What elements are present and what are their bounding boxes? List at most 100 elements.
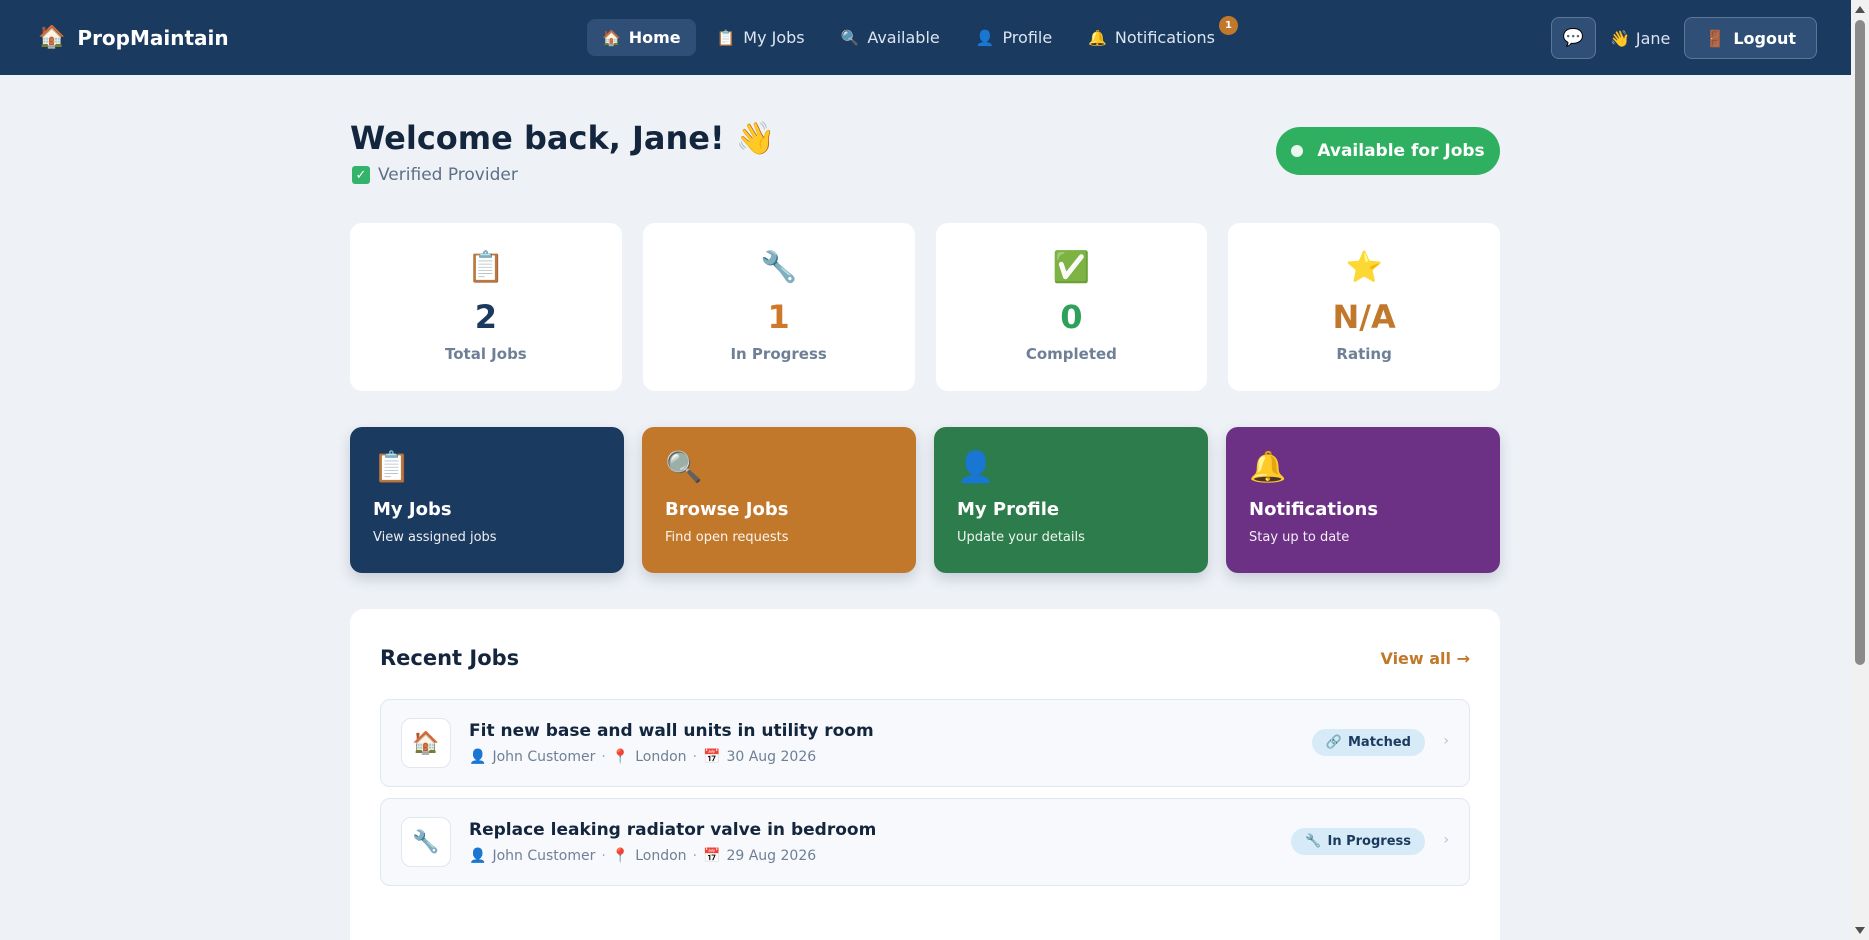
action-subtitle: Update your details (957, 530, 1085, 545)
stat-in-progress: 🔧 1 In Progress (642, 223, 915, 391)
availability-toggle-button[interactable]: Available for Jobs (1276, 127, 1500, 175)
chat-button[interactable]: 💬 (1550, 17, 1596, 59)
stat-value: 2 (474, 298, 497, 336)
logout-button[interactable]: 🚪 Logout (1684, 17, 1817, 59)
job-location: London (635, 848, 687, 864)
house-icon: 🏠 (602, 28, 621, 47)
clipboard-icon: 📋 (716, 28, 736, 47)
verified-status: ✓ Verified Provider (352, 165, 518, 185)
nav-available[interactable]: 🔍 Available (826, 19, 955, 56)
stat-total-jobs: 📋 2 Total Jobs (350, 223, 622, 391)
action-my-jobs[interactable]: 📋 My Jobs View assigned jobs (350, 427, 624, 573)
calendar-icon: 📅 (703, 749, 721, 765)
magnifier-icon: 🔍 (665, 450, 703, 485)
job-meta: 👤 John Customer · 📍 London · 📅 29 Aug 20… (469, 848, 876, 864)
nav-my-jobs-label: My Jobs (743, 28, 805, 47)
wrench-icon: 🔧 (1305, 834, 1322, 849)
bell-icon: 🔔 (1088, 28, 1107, 47)
job-info: Fit new base and wall units in utility r… (469, 721, 874, 765)
meta-separator: · (601, 848, 606, 864)
status-label: Matched (1347, 735, 1411, 750)
action-subtitle: Stay up to date (1249, 530, 1350, 545)
job-location: London (635, 749, 687, 765)
job-date: 30 Aug 2026 (726, 749, 817, 765)
action-browse-jobs[interactable]: 🔍 Browse Jobs Find open requests (642, 427, 916, 573)
star-icon: ⭐ (1345, 250, 1383, 285)
stat-label: Rating (1336, 345, 1392, 363)
job-customer: John Customer (492, 848, 596, 864)
action-subtitle: View assigned jobs (373, 530, 497, 545)
meta-separator: · (692, 848, 698, 864)
wrench-icon: 🔧 (759, 250, 798, 285)
link-icon: 🔗 (1325, 735, 1342, 750)
stat-completed: ✅ 0 Completed (935, 223, 1208, 391)
nav-notifications[interactable]: 🔔 Notifications 1 (1073, 16, 1239, 56)
speech-bubble-icon: 💬 (1562, 28, 1585, 48)
action-title: My Jobs (373, 499, 452, 520)
action-notifications[interactable]: 🔔 Notifications Stay up to date (1226, 427, 1500, 573)
scroll-down-arrow-icon[interactable] (1855, 927, 1865, 934)
recent-jobs-header: Recent Jobs View all → (380, 609, 1470, 699)
nav-right: 💬 👋 Jane 🚪 Logout (1550, 17, 1817, 59)
job-row[interactable]: 🏠 Fit new base and wall units in utility… (380, 699, 1470, 787)
nav-notifications-label: Notifications (1114, 28, 1216, 47)
pin-icon: 📍 (611, 848, 630, 864)
stat-value: 0 (1060, 298, 1083, 336)
job-title: Fit new base and wall units in utility r… (469, 721, 874, 741)
nav-profile[interactable]: 👤 Profile (961, 19, 1067, 56)
stat-rating: ⭐ N/A Rating (1228, 223, 1500, 391)
status-badge: 🔗 Matched (1311, 729, 1425, 756)
logout-label: Logout (1733, 28, 1796, 48)
status-dot-icon (1291, 145, 1304, 157)
quick-actions: 📋 My Jobs View assigned jobs 🔍 Browse Jo… (350, 427, 1500, 573)
brand-logo[interactable]: 🏠 PropMaintain (38, 0, 229, 75)
brand-name: PropMaintain (77, 25, 229, 50)
magnifier-icon: 🔍 (840, 28, 860, 47)
verified-label: Verified Provider (378, 165, 518, 185)
calendar-icon: 📅 (703, 848, 721, 864)
action-title: My Profile (957, 499, 1060, 520)
nav-profile-label: Profile (1002, 28, 1053, 47)
stat-label: Total Jobs (444, 345, 527, 363)
person-icon: 👤 (469, 749, 487, 765)
availability-label: Available for Jobs (1317, 141, 1485, 161)
recent-jobs-panel: Recent Jobs View all → 🏠 Fit new base an… (350, 609, 1500, 940)
nav-available-label: Available (867, 28, 940, 47)
nav-home[interactable]: 🏠 Home (587, 19, 696, 56)
scroll-thumb[interactable] (1855, 20, 1865, 665)
page-scrollbar[interactable] (1851, 0, 1869, 940)
stat-label: In Progress (730, 345, 827, 363)
chevron-right-icon: › (1443, 733, 1449, 749)
status-badge: 🔧 In Progress (1291, 828, 1425, 855)
user-greeting: 👋 Jane (1610, 29, 1670, 48)
checkmark-icon: ✅ (1052, 250, 1091, 285)
action-title: Notifications (1249, 499, 1379, 520)
scroll-up-arrow-icon[interactable] (1855, 6, 1865, 13)
wrench-icon: 🔧 (401, 817, 451, 867)
stat-label: Completed (1025, 345, 1117, 363)
pin-icon: 📍 (611, 749, 630, 765)
checkmark-icon: ✓ (352, 166, 370, 184)
door-icon: 🚪 (1705, 28, 1726, 48)
nav-my-jobs[interactable]: 📋 My Jobs (702, 19, 820, 56)
job-row[interactable]: 🔧 Replace leaking radiator valve in bedr… (380, 798, 1470, 886)
meta-separator: · (601, 749, 606, 765)
job-date: 29 Aug 2026 (726, 848, 817, 864)
view-all-link[interactable]: View all → (1380, 649, 1470, 668)
house-icon: 🏠 (401, 718, 451, 768)
job-customer: John Customer (492, 749, 596, 765)
page-title: Welcome back, Jane! 👋 (350, 119, 776, 157)
job-info: Replace leaking radiator valve in bedroo… (469, 820, 876, 864)
clipboard-icon: 📋 (467, 250, 505, 285)
job-title: Replace leaking radiator valve in bedroo… (469, 820, 877, 840)
stat-value: 1 (767, 298, 790, 336)
chevron-right-icon: › (1443, 832, 1449, 848)
person-icon: 👤 (975, 28, 995, 47)
action-my-profile[interactable]: 👤 My Profile Update your details (934, 427, 1208, 573)
stats-row: 📋 2 Total Jobs 🔧 1 In Progress ✅ 0 Compl… (350, 223, 1500, 391)
recent-jobs-title: Recent Jobs (380, 646, 520, 670)
person-icon: 👤 (469, 848, 487, 864)
bell-icon: 🔔 (1249, 450, 1287, 485)
user-name: Jane (1635, 28, 1671, 48)
clipboard-icon: 📋 (373, 450, 411, 485)
